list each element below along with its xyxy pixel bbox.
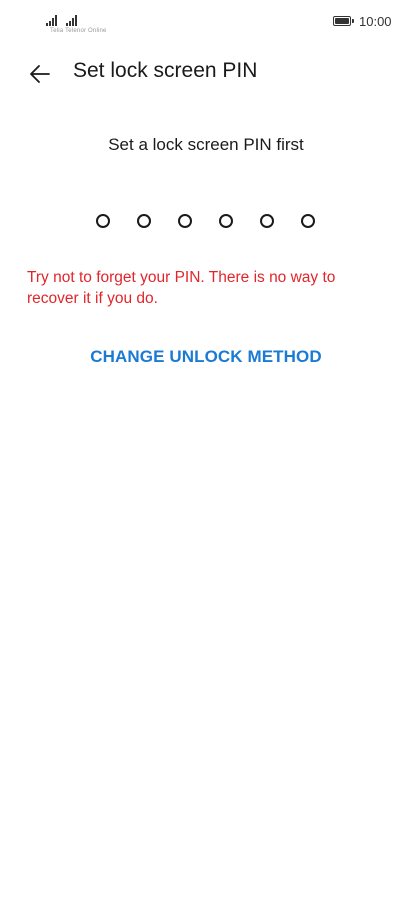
arrow-left-icon bbox=[30, 65, 50, 83]
battery-tip bbox=[352, 19, 354, 23]
warning-message: Try not to forget your PIN. There is no … bbox=[27, 269, 336, 307]
signal-icon bbox=[66, 14, 77, 26]
pin-dot bbox=[219, 214, 233, 228]
pin-dot bbox=[260, 214, 274, 228]
pin-prompt: Set a lock screen PIN first bbox=[108, 135, 304, 154]
signal-group bbox=[46, 14, 77, 26]
status-bar: Telia Telenor Online 10:00 bbox=[0, 0, 412, 44]
pin-dot bbox=[178, 214, 192, 228]
status-time: 10:00 bbox=[359, 14, 392, 29]
pin-dot bbox=[137, 214, 151, 228]
page-title: Set lock screen PIN bbox=[73, 59, 258, 82]
pin-dot bbox=[96, 214, 110, 228]
carrier-name: Telia Telenor Online bbox=[50, 28, 107, 34]
back-button[interactable] bbox=[22, 56, 58, 92]
pin-indicator[interactable] bbox=[96, 214, 315, 228]
change-unlock-method-button[interactable]: CHANGE UNLOCK METHOD bbox=[0, 347, 412, 367]
signal-icon bbox=[46, 14, 57, 26]
pin-dot bbox=[301, 214, 315, 228]
battery-icon bbox=[333, 16, 351, 26]
